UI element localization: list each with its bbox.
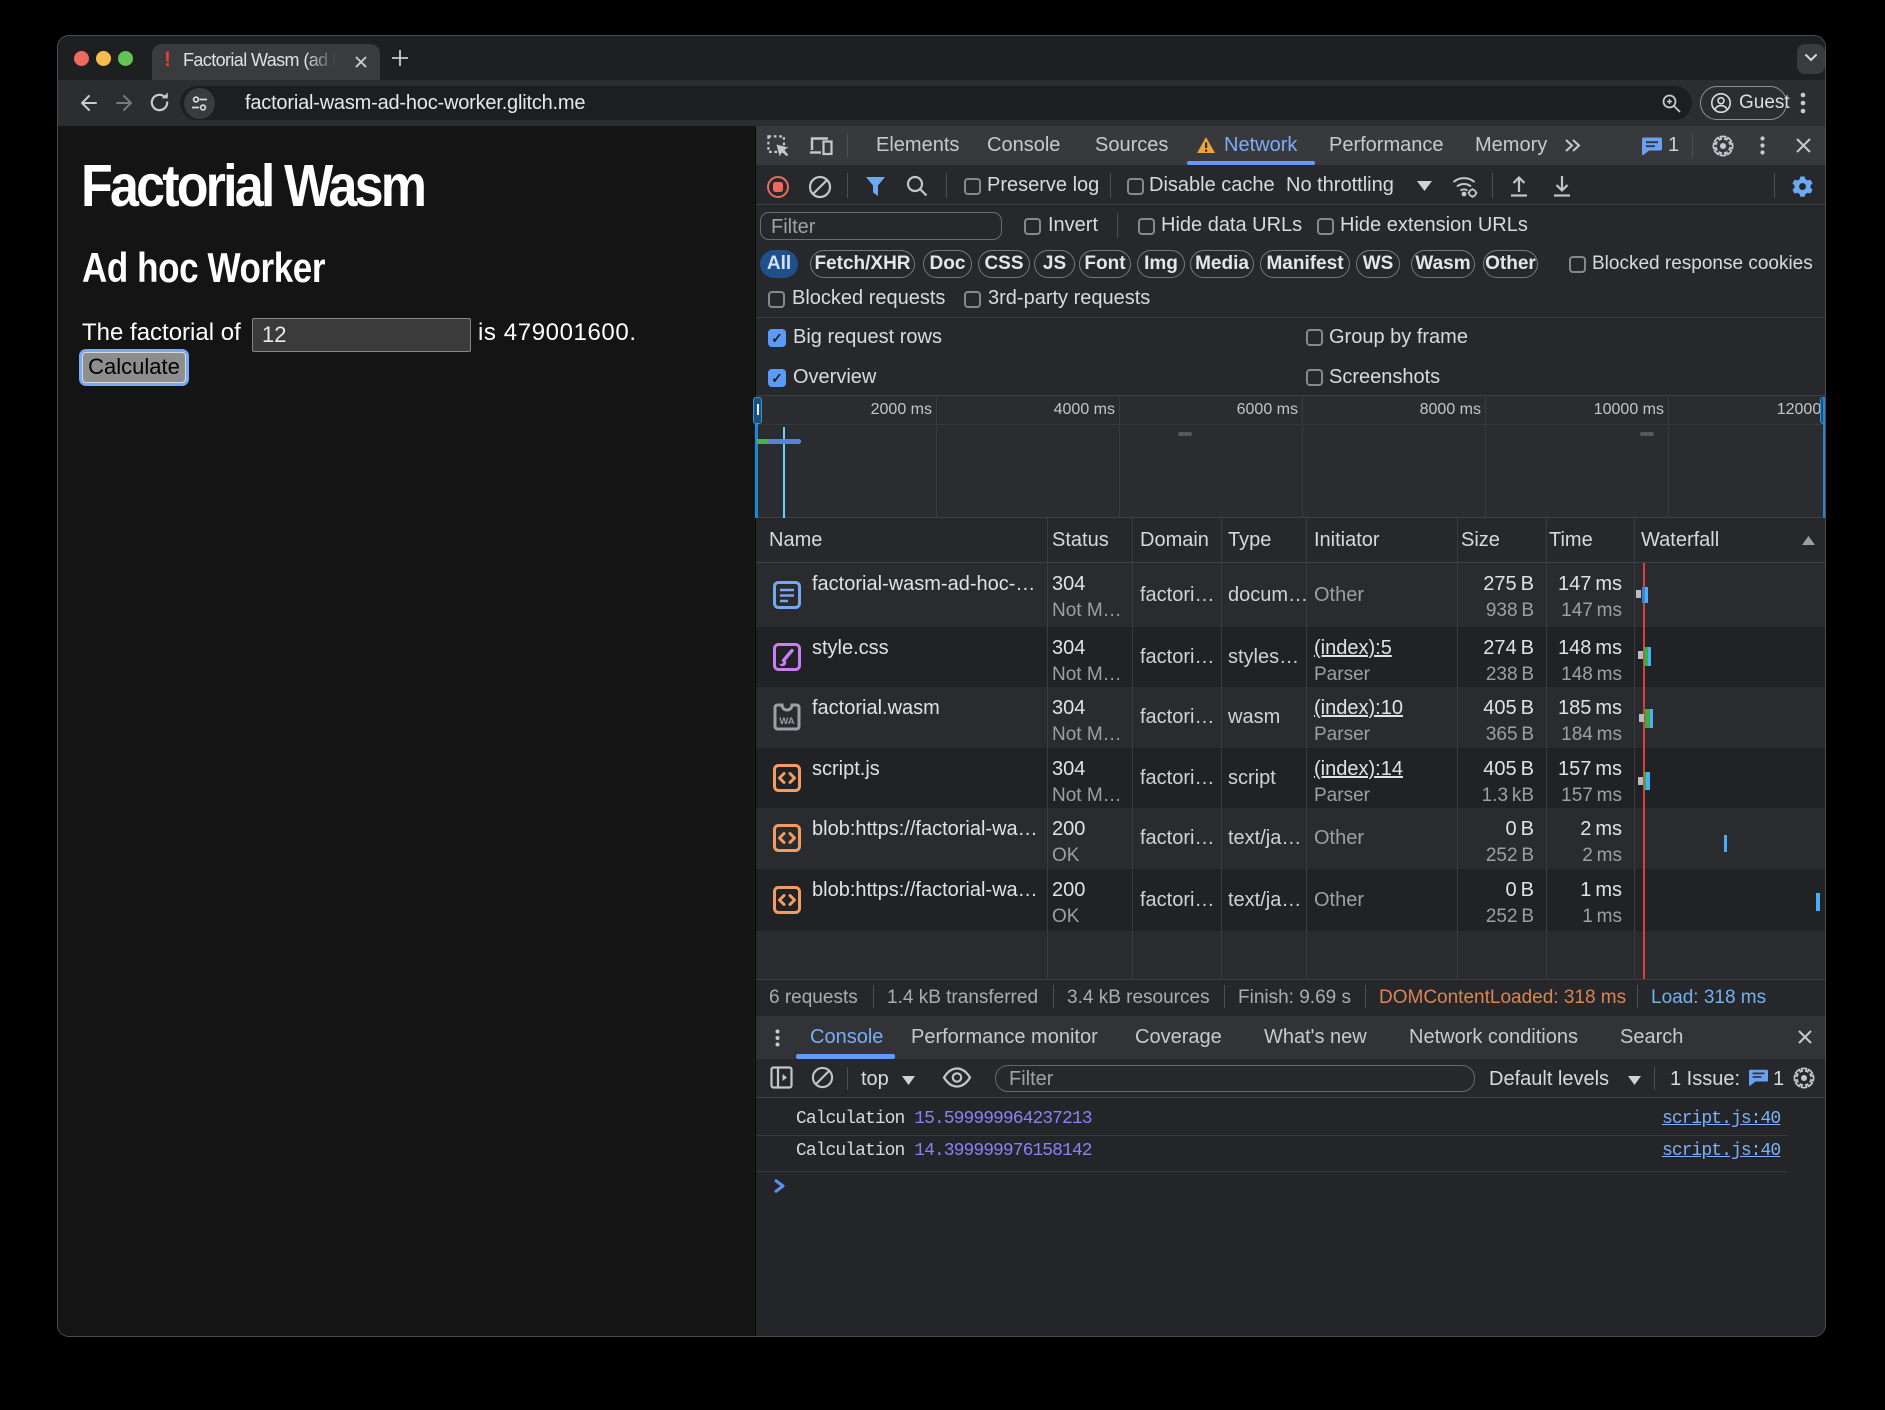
svg-text:WA: WA xyxy=(779,716,794,727)
